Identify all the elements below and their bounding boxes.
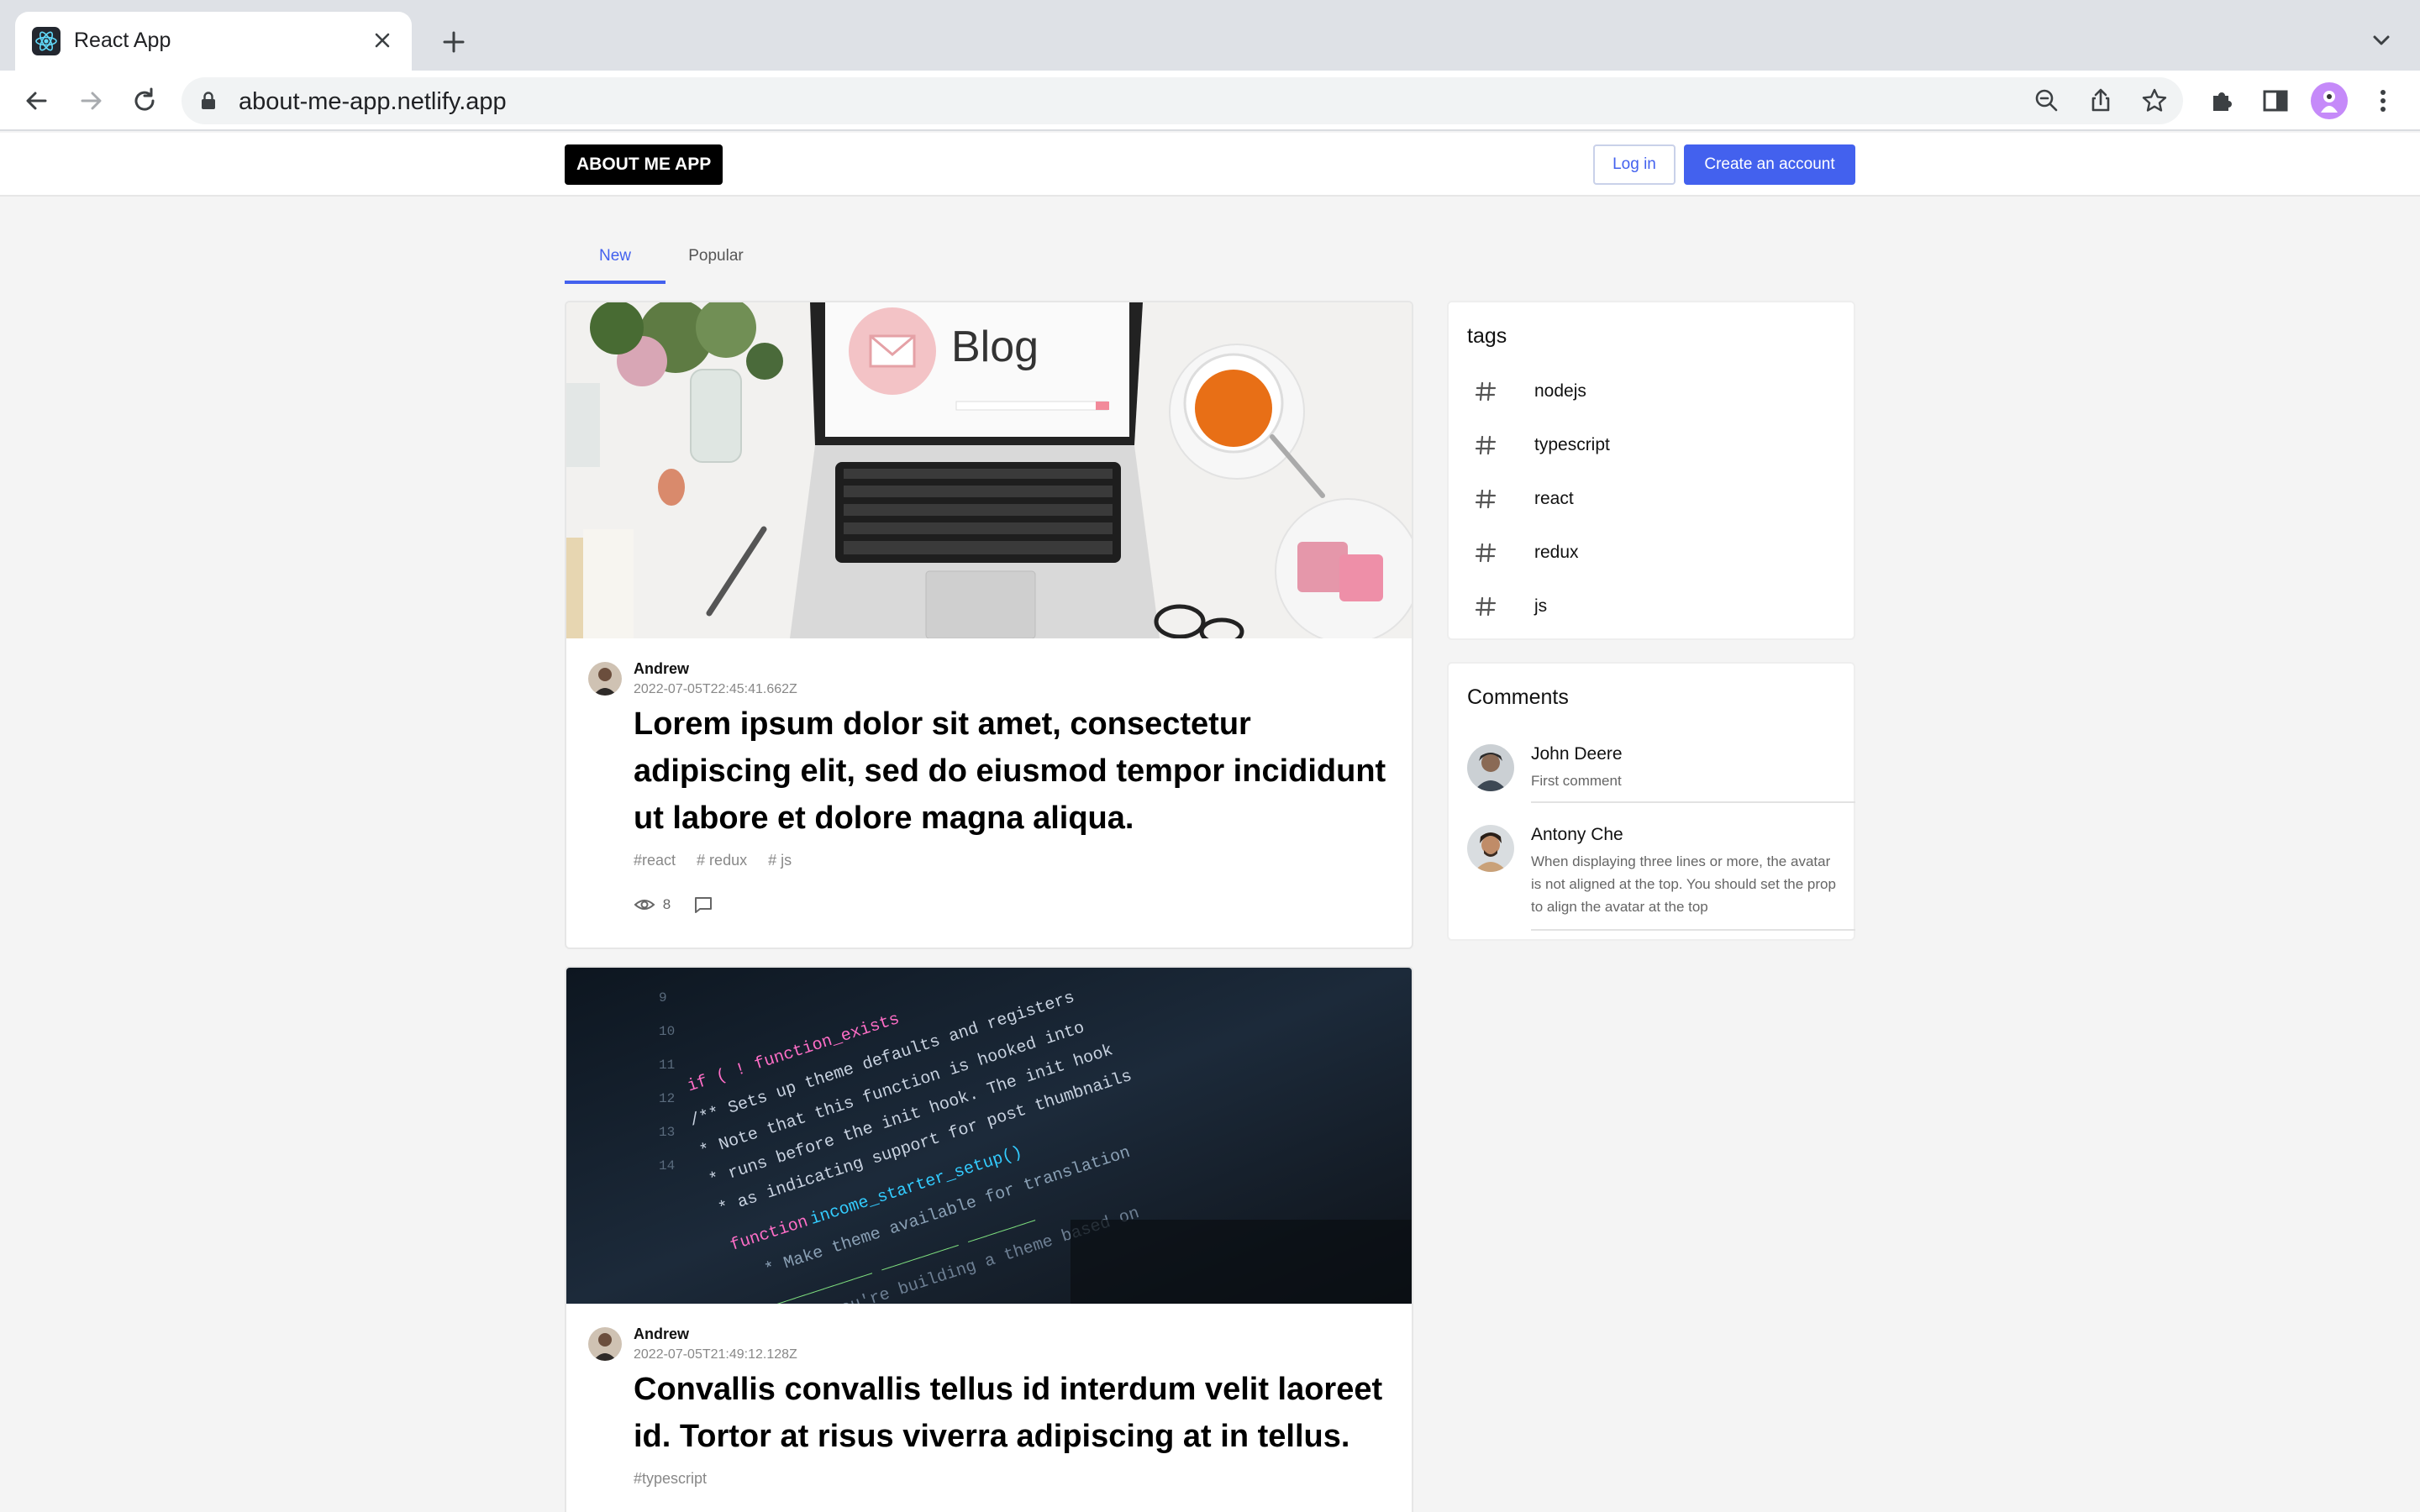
- more-menu-icon[interactable]: [2365, 82, 2402, 119]
- tab-new[interactable]: New: [565, 228, 666, 284]
- new-tab-icon[interactable]: [437, 25, 471, 59]
- svg-text:13: 13: [659, 1125, 675, 1140]
- address-bar[interactable]: about-me-app.netlify.app: [182, 77, 2183, 124]
- close-tab-icon[interactable]: [368, 26, 397, 55]
- post-author[interactable]: Andrew: [634, 1326, 689, 1343]
- tab-title: React App: [74, 29, 171, 52]
- post-tags: #typescript: [634, 1470, 723, 1488]
- browser-tab[interactable]: React App: [15, 12, 412, 71]
- tag-item[interactable]: redux: [1467, 526, 1837, 580]
- forward-arrow-icon[interactable]: [72, 82, 109, 119]
- views-count: 8: [662, 896, 671, 912]
- hash-icon: [1472, 432, 1499, 459]
- login-button[interactable]: Log in: [1593, 144, 1676, 185]
- tag-label: js: [1534, 596, 1548, 616]
- side-panel-icon[interactable]: [2257, 82, 2294, 119]
- post-card[interactable]: Blog Andrew 2022-07-05T22:45:41.662Z Lor…: [565, 301, 1413, 949]
- tab-popular[interactable]: Popular: [666, 228, 766, 284]
- post-title[interactable]: Convallis convallis tellus id interdum v…: [634, 1366, 1390, 1460]
- post-tag[interactable]: # redux: [697, 852, 747, 869]
- react-favicon-icon: [32, 27, 60, 55]
- url-text: about-me-app.netlify.app: [239, 88, 507, 115]
- svg-text:14: 14: [659, 1158, 675, 1173]
- post-stats: 8: [634, 895, 713, 914]
- author-avatar[interactable]: [588, 1327, 622, 1361]
- hash-icon: [1472, 539, 1499, 566]
- post-cover-image[interactable]: if ( ! function_exists /** Sets up theme…: [566, 968, 1412, 1304]
- post-cover-image[interactable]: Blog: [566, 302, 1412, 638]
- bookmark-star-icon[interactable]: [2138, 84, 2171, 118]
- divider: [1531, 801, 1855, 803]
- post-tags: #react # redux # js: [634, 852, 808, 869]
- hash-icon: [1472, 486, 1499, 512]
- comment-text: When displaying three lines or more, the…: [1531, 853, 1836, 915]
- post-tag[interactable]: #react: [634, 852, 676, 869]
- comment-text: First comment: [1531, 773, 1622, 789]
- commenter-avatar: [1467, 825, 1514, 872]
- svg-text:12: 12: [659, 1091, 675, 1106]
- post-title[interactable]: Lorem ipsum dolor sit amet, consectetur …: [634, 701, 1390, 842]
- chevron-down-icon[interactable]: [2365, 24, 2398, 57]
- browser-toolbar: about-me-app.netlify.app: [0, 71, 2420, 131]
- commenter-name: John Deere: [1531, 744, 1623, 764]
- browser-tabstrip: React App: [0, 0, 2420, 71]
- create-account-button[interactable]: Create an account: [1684, 144, 1855, 185]
- tag-item[interactable]: js: [1467, 580, 1837, 633]
- divider: [1531, 929, 1855, 931]
- tags-title: tags: [1467, 324, 1507, 348]
- back-arrow-icon[interactable]: [18, 82, 55, 119]
- tag-label: react: [1534, 489, 1574, 508]
- tag-label: redux: [1534, 543, 1579, 562]
- svg-text:9: 9: [659, 990, 667, 1005]
- comment-item[interactable]: John Deere First comment: [1449, 744, 1855, 820]
- share-icon[interactable]: [2084, 84, 2118, 118]
- app-header: ABOUT ME APP Log in Create an account: [0, 133, 2420, 197]
- zoom-out-icon[interactable]: [2030, 84, 2064, 118]
- comments-title: Comments: [1467, 685, 1569, 709]
- tag-item[interactable]: react: [1467, 472, 1837, 526]
- svg-text:10: 10: [659, 1024, 675, 1039]
- tag-item[interactable]: typescript: [1467, 418, 1837, 472]
- post-tag[interactable]: # js: [768, 852, 792, 869]
- extensions-puzzle-icon[interactable]: [2203, 82, 2240, 119]
- svg-text:11: 11: [659, 1058, 675, 1073]
- tag-label: nodejs: [1534, 381, 1586, 401]
- app-logo[interactable]: ABOUT ME APP: [565, 144, 723, 185]
- hash-icon: [1472, 378, 1499, 405]
- commenter-avatar: [1467, 744, 1514, 791]
- comment-icon[interactable]: [693, 895, 713, 914]
- post-date: 2022-07-05T22:45:41.662Z: [634, 682, 797, 696]
- commenter-name: Antony Che: [1531, 825, 1623, 844]
- author-avatar[interactable]: [588, 662, 622, 696]
- post-author[interactable]: Andrew: [634, 660, 689, 678]
- tag-item[interactable]: nodejs: [1467, 365, 1837, 418]
- post-date: 2022-07-05T21:49:12.128Z: [634, 1347, 797, 1362]
- post-tag[interactable]: #typescript: [634, 1470, 707, 1487]
- eye-icon: [634, 900, 655, 910]
- comment-item[interactable]: Antony Che When displaying three lines o…: [1449, 825, 1855, 942]
- tag-label: typescript: [1534, 435, 1610, 454]
- reload-icon[interactable]: [126, 82, 163, 119]
- profile-avatar[interactable]: [2311, 82, 2348, 119]
- hash-icon: [1472, 593, 1499, 620]
- svg-text:Blog: Blog: [951, 323, 1039, 371]
- tags-card: tags nodejs typescript react redux js: [1447, 301, 1855, 640]
- post-card[interactable]: if ( ! function_exists /** Sets up theme…: [565, 966, 1413, 1512]
- comments-card: Comments John Deere First comment Antony…: [1447, 662, 1855, 941]
- lock-icon: [198, 91, 218, 111]
